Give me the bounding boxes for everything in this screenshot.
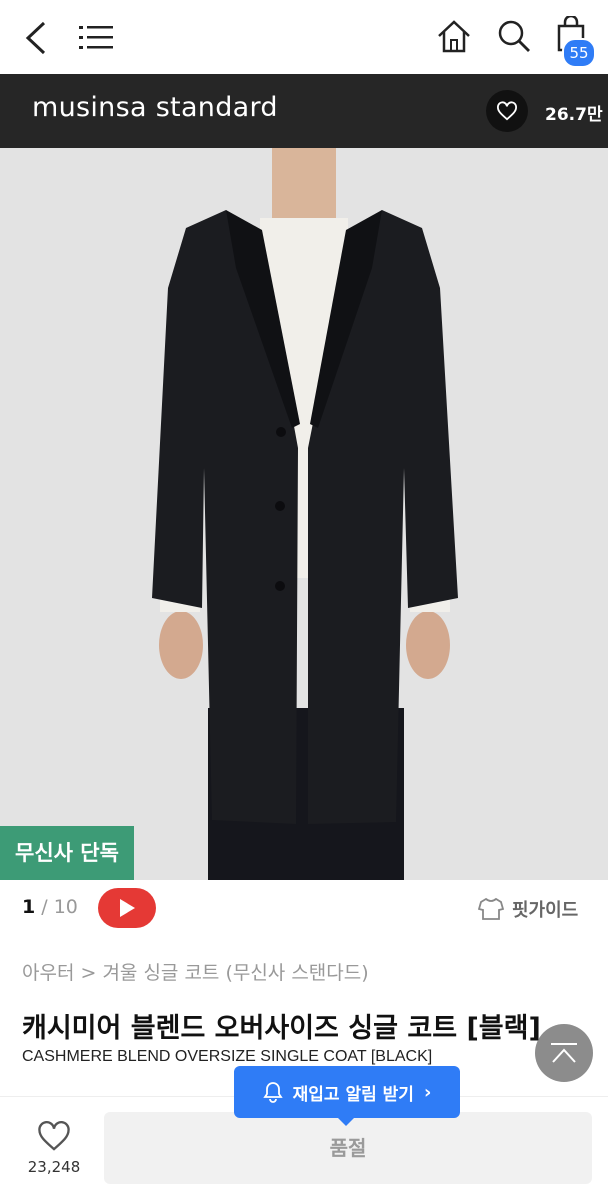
search-icon[interactable] xyxy=(494,16,534,56)
fit-guide-button[interactable]: 핏가이드 xyxy=(478,896,578,922)
brand-name[interactable]: musinsa standard xyxy=(32,92,278,123)
product-image[interactable] xyxy=(0,148,608,880)
fit-guide-label: 핏가이드 xyxy=(512,900,579,921)
home-icon[interactable] xyxy=(434,16,474,56)
wishlist-count: 23,248 xyxy=(27,1158,81,1176)
cart-count-badge: 55 xyxy=(562,38,596,68)
scroll-to-top-button[interactable] xyxy=(535,1024,593,1082)
video-play-button[interactable] xyxy=(98,888,156,928)
bell-icon xyxy=(262,1082,283,1103)
restock-alert-button[interactable]: 재입고 알림 받기 › xyxy=(234,1066,460,1126)
shopping-bag-icon[interactable]: 55 xyxy=(552,14,596,68)
brand-like-button[interactable] xyxy=(486,90,528,132)
brand-bar[interactable]: musinsa standard 26.7만 xyxy=(0,74,608,148)
product-title-korean: 캐시미어 블렌드 오버사이즈 싱글 코트 [블랙] xyxy=(22,1013,541,1044)
heart-outline-icon xyxy=(38,1120,70,1151)
product-title-english: CASHMERE BLEND OVERSIZE SINGLE COAT [BLA… xyxy=(22,1048,433,1065)
category-breadcrumb[interactable]: 아우터 > 겨울 싱글 코트 (무신사 스탠다드) xyxy=(22,958,369,985)
exclusive-badge: 무신사 단독 xyxy=(0,826,134,880)
image-current: 1 xyxy=(22,896,36,918)
shirt-icon xyxy=(478,897,504,920)
wishlist-button[interactable] xyxy=(28,1120,80,1156)
arrow-up-icon xyxy=(551,1043,577,1063)
image-total: 10 xyxy=(53,896,78,918)
menu-icon[interactable] xyxy=(78,20,114,56)
chevron-right-icon: › xyxy=(423,1081,432,1103)
brand-like-count: 26.7만 xyxy=(545,105,603,125)
image-counter: 1 / 10 xyxy=(22,896,78,918)
heart-icon xyxy=(497,101,517,121)
restock-alert-label: 재입고 알림 받기 xyxy=(292,1084,414,1105)
top-navigation: 55 xyxy=(0,0,608,74)
chevron-left-icon[interactable] xyxy=(18,18,54,58)
play-icon xyxy=(120,899,135,917)
image-separator: / xyxy=(35,896,54,918)
